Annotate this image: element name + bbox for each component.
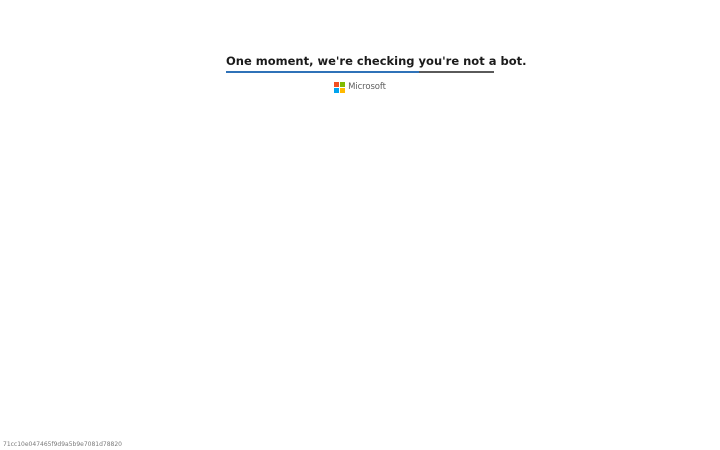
progress-bar-fill xyxy=(226,71,419,73)
logo-square-yellow xyxy=(340,87,346,93)
page-title: One moment, we're checking you're not a … xyxy=(226,54,527,68)
logo-wordmark: Microsoft xyxy=(348,81,386,92)
challenge-container: One moment, we're checking you're not a … xyxy=(226,54,527,93)
logo-square-green xyxy=(340,81,346,87)
progress-bar xyxy=(226,71,494,73)
logo-square-blue xyxy=(334,87,340,93)
microsoft-logo: Microsoft xyxy=(226,81,494,93)
bot-check-page: One moment, we're checking you're not a … xyxy=(0,0,720,450)
logo-square-red xyxy=(334,81,340,87)
microsoft-logo-icon xyxy=(334,81,346,93)
request-id: 71cc10e047465f9d9a5b9e7081d78820 xyxy=(3,441,122,448)
